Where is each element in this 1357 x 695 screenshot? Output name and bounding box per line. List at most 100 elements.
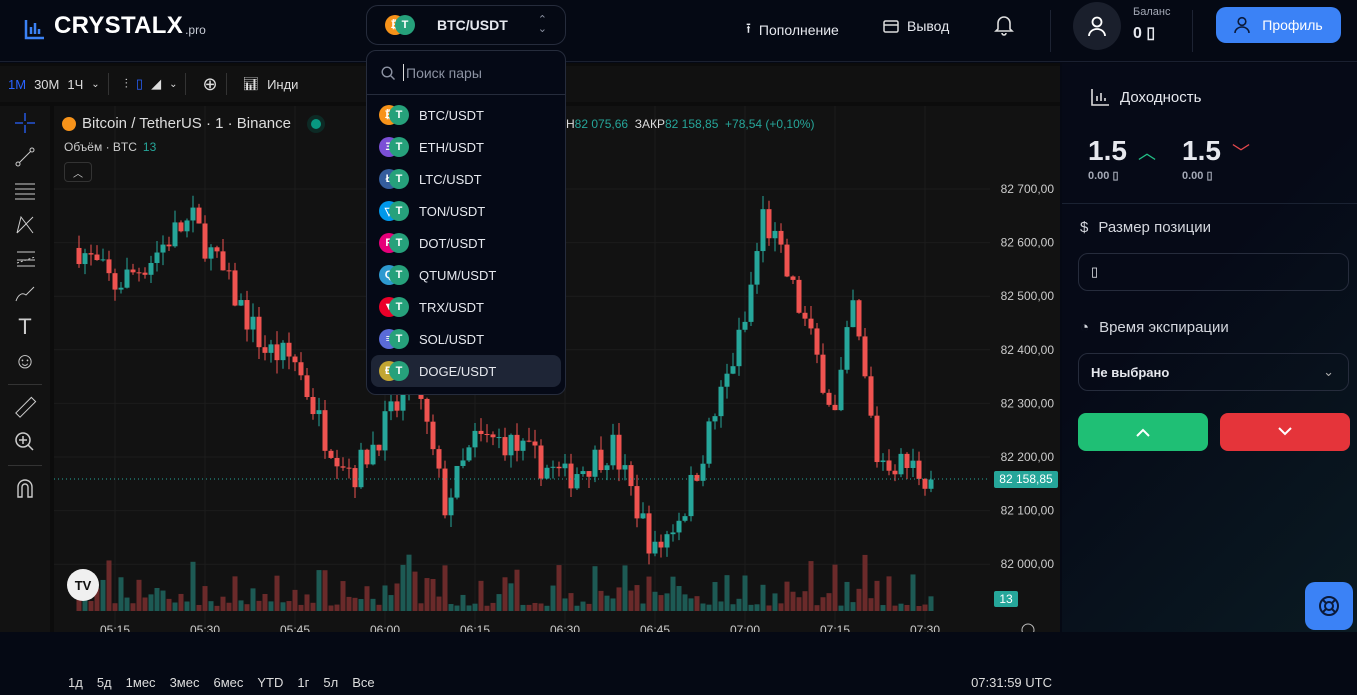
volume-bar	[358, 599, 364, 611]
pair-option[interactable]: ▼T TRX/USDT	[371, 291, 561, 323]
price-tick: 82 200,00	[1001, 450, 1055, 464]
candle	[646, 513, 652, 554]
volume-bar	[388, 595, 394, 611]
volume-bar	[604, 595, 610, 611]
bell-icon[interactable]	[994, 14, 1014, 36]
candle	[280, 342, 286, 361]
interval-1h[interactable]: 1Ч	[67, 77, 83, 92]
candle	[874, 415, 880, 463]
pair-option[interactable]: ŁT LTC/USDT	[371, 163, 561, 195]
withdraw-button[interactable]: Вывод	[883, 18, 949, 34]
range-all[interactable]: Все	[352, 675, 374, 690]
candle	[328, 450, 334, 458]
pattern-icon[interactable]	[0, 208, 50, 242]
candle	[868, 376, 874, 416]
pair-option[interactable]: ΞT ETH/USDT	[371, 131, 561, 163]
volume-bar	[886, 576, 892, 611]
expiry-select[interactable]: Не выбрано ⌄	[1078, 353, 1349, 391]
expiry-label: ◔ Время экспирации	[1080, 319, 1229, 336]
add-compare-icon[interactable]: ⊕	[202, 74, 217, 95]
volume-bar	[730, 604, 736, 611]
chevron-down-icon[interactable]: ⌄	[91, 79, 99, 90]
volume-bar	[802, 591, 808, 611]
candle	[814, 328, 820, 355]
support-button[interactable]	[1305, 582, 1353, 630]
chevron-updown-icon: ⌃ ⌄	[537, 14, 547, 35]
chevron-up-icon: ︿	[1138, 143, 1156, 163]
chevron-down-icon[interactable]: ⌄	[169, 79, 177, 90]
user-icon	[1234, 16, 1251, 34]
range-bar: 1д 5д 1мес 3мес 6мес YTD 1г 5л Все 07:31…	[54, 669, 1060, 695]
volume-bar	[472, 603, 478, 611]
divider	[1192, 10, 1193, 52]
collapse-legend-button[interactable]: ︿	[64, 162, 92, 182]
pair-option[interactable]: ₿T BTC/USDT	[371, 99, 561, 131]
range-6m[interactable]: 6мес	[213, 675, 243, 690]
profile-button[interactable]: Профиль	[1216, 7, 1341, 43]
candle	[364, 449, 370, 465]
emoji-icon[interactable]: ☺	[0, 344, 50, 378]
pair-option[interactable]: ▽T TON/USDT	[371, 195, 561, 227]
pair-option[interactable]: PT DOT/USDT	[371, 227, 561, 259]
indicators-icon[interactable]: 📊︎	[243, 76, 260, 92]
volume-bar	[820, 597, 826, 611]
symbol-title[interactable]: Bitcoin / TetherUS · 1 · Binance	[82, 115, 291, 132]
pair-selector[interactable]: ₿T BTC/USDT ⌃⌄	[366, 5, 566, 45]
pair-option[interactable]: ≡T SOL/USDT	[371, 323, 561, 355]
coin-icon: ₿T	[379, 105, 409, 125]
range-5y[interactable]: 5л	[323, 675, 338, 690]
volume-bar	[184, 601, 190, 611]
volume-bar	[568, 593, 574, 611]
volume-bar	[220, 596, 226, 611]
zoom-in-icon[interactable]	[0, 425, 50, 459]
arrow-up-icon	[1136, 428, 1150, 437]
candle	[190, 207, 196, 221]
candle	[718, 386, 724, 417]
deposit-button[interactable]: ⭱ Пополнение	[746, 18, 839, 42]
indicators-button[interactable]: Инди	[267, 77, 298, 92]
volume-bar	[460, 594, 466, 611]
range-1m[interactable]: 1мес	[126, 675, 156, 690]
interval-1m[interactable]: 1М	[8, 77, 26, 92]
clock[interactable]: 07:31:59 UTC	[971, 675, 1052, 690]
coin-icon: ÐT	[379, 361, 409, 381]
coin-icon: ΞT	[379, 137, 409, 157]
fib-icon[interactable]	[0, 242, 50, 276]
candle	[586, 471, 592, 477]
candle	[256, 316, 262, 348]
volume-bar	[394, 583, 400, 611]
magnet-icon[interactable]	[0, 472, 50, 506]
ruler-icon[interactable]	[0, 391, 50, 425]
range-ytd[interactable]: YTD	[257, 675, 283, 690]
interval-30m[interactable]: 30М	[34, 77, 59, 92]
volume-bar	[412, 571, 418, 611]
sell-down-button[interactable]	[1220, 413, 1350, 451]
candles-icon[interactable]: ▯	[136, 76, 143, 92]
pair-option[interactable]: ÐT DOGE/USDT	[371, 355, 561, 387]
trade-panel: Доходность 1.5 ︿ 0.00 ▯ 1.5 ﹀ 0.00 ▯ $ Ра…	[1062, 63, 1357, 632]
pair-search[interactable]: Поиск пары	[367, 51, 565, 95]
candle	[508, 434, 514, 456]
buy-up-button[interactable]	[1078, 413, 1208, 451]
brush-icon[interactable]	[0, 276, 50, 310]
crosshair-icon[interactable]	[0, 106, 50, 140]
candle	[244, 300, 250, 330]
range-3m[interactable]: 3мес	[170, 675, 200, 690]
range-1d[interactable]: 1д	[68, 675, 83, 690]
logo[interactable]: CRYSTALX .pro	[24, 12, 206, 40]
range-5d[interactable]: 5д	[97, 675, 112, 690]
position-size-input[interactable]: ▯	[1078, 253, 1349, 291]
area-icon[interactable]: ◢	[151, 76, 161, 92]
bars-icon[interactable]: ⫶	[125, 76, 128, 92]
volume-bar	[718, 601, 724, 611]
time-tick: 06:30	[550, 623, 580, 632]
avatar[interactable]	[1073, 2, 1121, 50]
volume-bar	[406, 554, 412, 611]
volume-bar	[796, 597, 802, 611]
text-icon[interactable]: T	[0, 310, 50, 344]
range-1y[interactable]: 1г	[297, 675, 309, 690]
trend-line-icon[interactable]	[0, 140, 50, 174]
volume-bar	[292, 589, 298, 611]
horizontal-lines-icon[interactable]	[0, 174, 50, 208]
pair-option[interactable]: QT QTUM/USDT	[371, 259, 561, 291]
